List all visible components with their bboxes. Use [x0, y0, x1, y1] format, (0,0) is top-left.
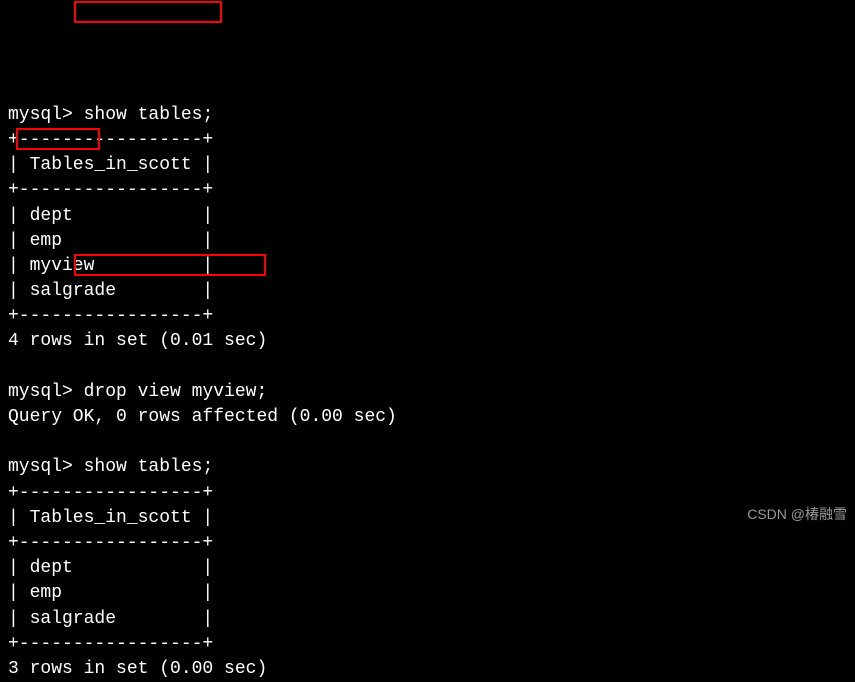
sql-command: drop view myview; [84, 382, 268, 402]
prompt: mysql> [8, 105, 73, 125]
result-text: 4 rows in set (0.01 sec) [8, 331, 267, 351]
table-border: +-----------------+ [8, 180, 213, 200]
table-row: | emp | [8, 583, 213, 603]
table-border: +-----------------+ [8, 634, 213, 654]
table-border: +-----------------+ [8, 533, 213, 553]
result-text: 3 rows in set (0.00 sec) [8, 659, 267, 679]
table-row: | salgrade | [8, 281, 213, 301]
terminal-output: mysql> show tables; +-----------------+ … [8, 105, 397, 679]
table-border: +-----------------+ [8, 483, 213, 503]
table-row: | dept | [8, 206, 213, 226]
table-row: | myview | [8, 256, 213, 276]
sql-command: show tables; [84, 457, 214, 477]
watermark: CSDN @椿融雪 [747, 505, 847, 525]
table-row: | dept | [8, 558, 213, 578]
table-header: | Tables_in_scott | [8, 508, 213, 528]
table-border: +-----------------+ [8, 130, 213, 150]
highlight-show-tables [74, 1, 222, 23]
table-row: | emp | [8, 231, 213, 251]
prompt: mysql> [8, 457, 73, 477]
table-header: | Tables_in_scott | [8, 155, 213, 175]
table-border: +-----------------+ [8, 306, 213, 326]
table-row: | salgrade | [8, 609, 213, 629]
sql-command: show tables; [84, 105, 214, 125]
prompt: mysql> [8, 382, 73, 402]
result-text: Query OK, 0 rows affected (0.00 sec) [8, 407, 397, 427]
